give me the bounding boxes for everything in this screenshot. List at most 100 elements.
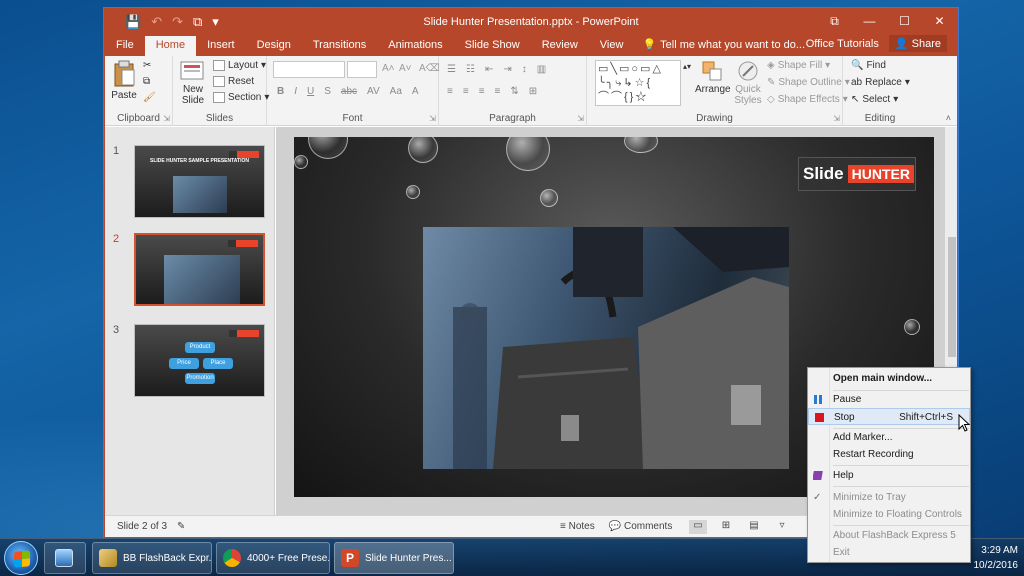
font-format-buttons: B I U S abc AV Aa A bbox=[277, 86, 419, 97]
menu-help[interactable]: Help bbox=[808, 467, 970, 484]
char-spacing-button[interactable]: AV bbox=[367, 86, 380, 97]
menu-separator bbox=[833, 486, 969, 487]
shape-fill-button[interactable]: ◈ Shape Fill ▾ bbox=[767, 60, 830, 71]
menu-about[interactable]: About FlashBack Express 5 bbox=[808, 527, 970, 544]
taskbar-chrome[interactable]: 4000+ Free Prese... bbox=[216, 542, 330, 574]
ribbon-display-icon[interactable]: ⧉ bbox=[817, 9, 852, 34]
line-spacing-icon[interactable]: ↕ bbox=[522, 64, 527, 75]
shape-effects-button[interactable]: ◇ Shape Effects ▾ bbox=[767, 94, 848, 105]
close-button[interactable]: ✕ bbox=[922, 9, 957, 34]
tab-file[interactable]: File bbox=[105, 36, 145, 56]
paragraph-expand-icon[interactable]: ⇲ bbox=[577, 114, 584, 123]
decorative-bubble bbox=[904, 319, 920, 335]
tab-design[interactable]: Design bbox=[246, 36, 302, 56]
share-button[interactable]: 👤 Share bbox=[888, 35, 947, 52]
smartart-icon[interactable]: ⊞ bbox=[529, 86, 537, 97]
decrease-indent-icon[interactable]: ⇤ bbox=[485, 64, 493, 75]
justify-icon[interactable]: ≡ bbox=[495, 86, 501, 97]
menu-minimize-floating[interactable]: Minimize to Floating Controls bbox=[808, 506, 970, 523]
menu-restart-recording[interactable]: Restart Recording bbox=[808, 446, 970, 463]
slide-thumbnail-2[interactable] bbox=[134, 233, 265, 306]
normal-view-icon[interactable]: ▭ bbox=[689, 519, 707, 534]
menu-exit[interactable]: Exit bbox=[808, 544, 970, 561]
font-name-input[interactable] bbox=[273, 61, 345, 78]
maximize-button[interactable]: ☐ bbox=[887, 9, 922, 34]
account-name[interactable]: Office Tutorials bbox=[806, 38, 879, 50]
stop-icon bbox=[815, 413, 824, 422]
new-slide-button[interactable]: New Slide bbox=[177, 60, 209, 106]
bullets-icon[interactable]: ☰ bbox=[447, 64, 456, 75]
menu-open-main-window[interactable]: Open main window... bbox=[808, 370, 970, 387]
align-left-icon[interactable]: ≡ bbox=[447, 86, 453, 97]
drawing-expand-icon[interactable]: ⇲ bbox=[833, 114, 840, 123]
start-button[interactable] bbox=[4, 541, 38, 575]
slide-thumbnail-3[interactable]: Product Price Place Promotion bbox=[134, 324, 265, 397]
group-clipboard: Paste ✂ ⧉ 🖌 Clipboard ⇲ bbox=[105, 56, 173, 126]
numbering-icon[interactable]: ☷ bbox=[466, 64, 475, 75]
shape-outline-button[interactable]: ✎ Shape Outline ▾ bbox=[767, 77, 850, 88]
tab-view[interactable]: View bbox=[589, 36, 635, 56]
shapes-gallery[interactable]: ▭╲▭○▭△ ╰╮⤷↳☆{⌒⌒{}☆ bbox=[595, 60, 681, 106]
comments-button[interactable]: 💬 Comments bbox=[609, 521, 673, 532]
collapse-ribbon-icon[interactable]: ˄ bbox=[946, 113, 951, 123]
menu-add-marker[interactable]: Add Marker... bbox=[808, 429, 970, 446]
tab-transitions[interactable]: Transitions bbox=[302, 36, 377, 56]
select-button[interactable]: ↖ Select ▾ bbox=[851, 94, 898, 105]
align-right-icon[interactable]: ≡ bbox=[479, 86, 485, 97]
cut-icon[interactable]: ✂ bbox=[143, 60, 151, 71]
copy-icon[interactable]: ⧉ bbox=[143, 76, 150, 87]
system-clock[interactable]: 3:29 AM 10/2/2016 bbox=[974, 543, 1019, 573]
spell-check-icon[interactable]: ✎ bbox=[177, 521, 185, 532]
tab-review[interactable]: Review bbox=[531, 36, 589, 56]
taskbar-flashback[interactable]: BB FlashBack Expr... bbox=[92, 542, 212, 574]
tab-animations[interactable]: Animations bbox=[377, 36, 453, 56]
section-button[interactable]: Section ▾ bbox=[213, 92, 269, 103]
taskbar-computer[interactable] bbox=[44, 542, 86, 574]
slide-thumbnail-1[interactable]: SLIDE HUNTER SAMPLE PRESENTATION bbox=[134, 145, 265, 218]
bold-button[interactable]: B bbox=[277, 86, 284, 97]
clear-formatting-icon[interactable]: A⌫ bbox=[419, 63, 440, 74]
grow-font-icon[interactable]: A˄ bbox=[382, 63, 395, 74]
tab-home[interactable]: Home bbox=[144, 36, 197, 56]
increase-indent-icon[interactable]: ⇥ bbox=[503, 64, 511, 75]
paste-button[interactable]: Paste bbox=[111, 60, 137, 101]
thumb-image bbox=[173, 176, 227, 213]
format-painter-icon[interactable]: 🖌 bbox=[143, 92, 156, 103]
slide-sorter-icon[interactable]: ⊞ bbox=[717, 520, 735, 534]
taskbar-powerpoint[interactable]: P Slide Hunter Pres... bbox=[334, 542, 454, 574]
italic-button[interactable]: I bbox=[294, 86, 297, 97]
arrange-button[interactable]: Arrange bbox=[695, 60, 731, 95]
menu-minimize-to-tray[interactable]: ✓ Minimize to Tray bbox=[808, 489, 970, 506]
scrollbar-thumb[interactable] bbox=[948, 237, 956, 357]
minimize-button[interactable]: — bbox=[852, 9, 887, 34]
strikethrough-button[interactable]: abc bbox=[341, 86, 357, 97]
effects-icon: ◇ bbox=[767, 94, 775, 105]
quick-styles-button[interactable]: Quick Styles bbox=[731, 60, 765, 106]
font-color-button[interactable]: A bbox=[412, 86, 419, 97]
underline-button[interactable]: U bbox=[307, 86, 314, 97]
menu-stop[interactable]: Stop Shift+Ctrl+S bbox=[808, 408, 970, 425]
columns-icon[interactable]: ▥ bbox=[537, 64, 546, 75]
change-case-button[interactable]: Aa bbox=[390, 86, 402, 97]
slide-photo[interactable] bbox=[423, 227, 789, 469]
slide-hunter-logo: Slide HUNTER bbox=[798, 157, 916, 191]
reading-view-icon[interactable]: ▤ bbox=[745, 520, 763, 534]
layout-button[interactable]: Layout ▾ bbox=[213, 60, 266, 71]
font-size-input[interactable] bbox=[347, 61, 377, 78]
font-expand-icon[interactable]: ⇲ bbox=[429, 114, 436, 123]
reset-button[interactable]: Reset bbox=[213, 76, 254, 87]
menu-pause[interactable]: Pause bbox=[808, 391, 970, 408]
slideshow-view-icon[interactable]: ▿ bbox=[773, 520, 791, 534]
align-center-icon[interactable]: ≡ bbox=[463, 86, 469, 97]
text-direction-icon[interactable]: ⇅ bbox=[510, 86, 518, 97]
shadow-button[interactable]: S bbox=[324, 86, 331, 97]
tab-slide-show[interactable]: Slide Show bbox=[454, 36, 531, 56]
tell-me-search[interactable]: 💡 Tell me what you want to do... bbox=[634, 36, 805, 56]
tab-insert[interactable]: Insert bbox=[196, 36, 246, 56]
notes-button[interactable]: ≡ Notes bbox=[560, 521, 595, 532]
shapes-scroll-icon[interactable]: ▴▾ bbox=[683, 62, 691, 71]
clipboard-expand-icon[interactable]: ⇲ bbox=[163, 114, 170, 123]
find-button[interactable]: 🔍 Find bbox=[851, 60, 886, 71]
replace-button[interactable]: ab Replace ▾ bbox=[851, 77, 910, 88]
shrink-font-icon[interactable]: A˅ bbox=[399, 63, 412, 74]
